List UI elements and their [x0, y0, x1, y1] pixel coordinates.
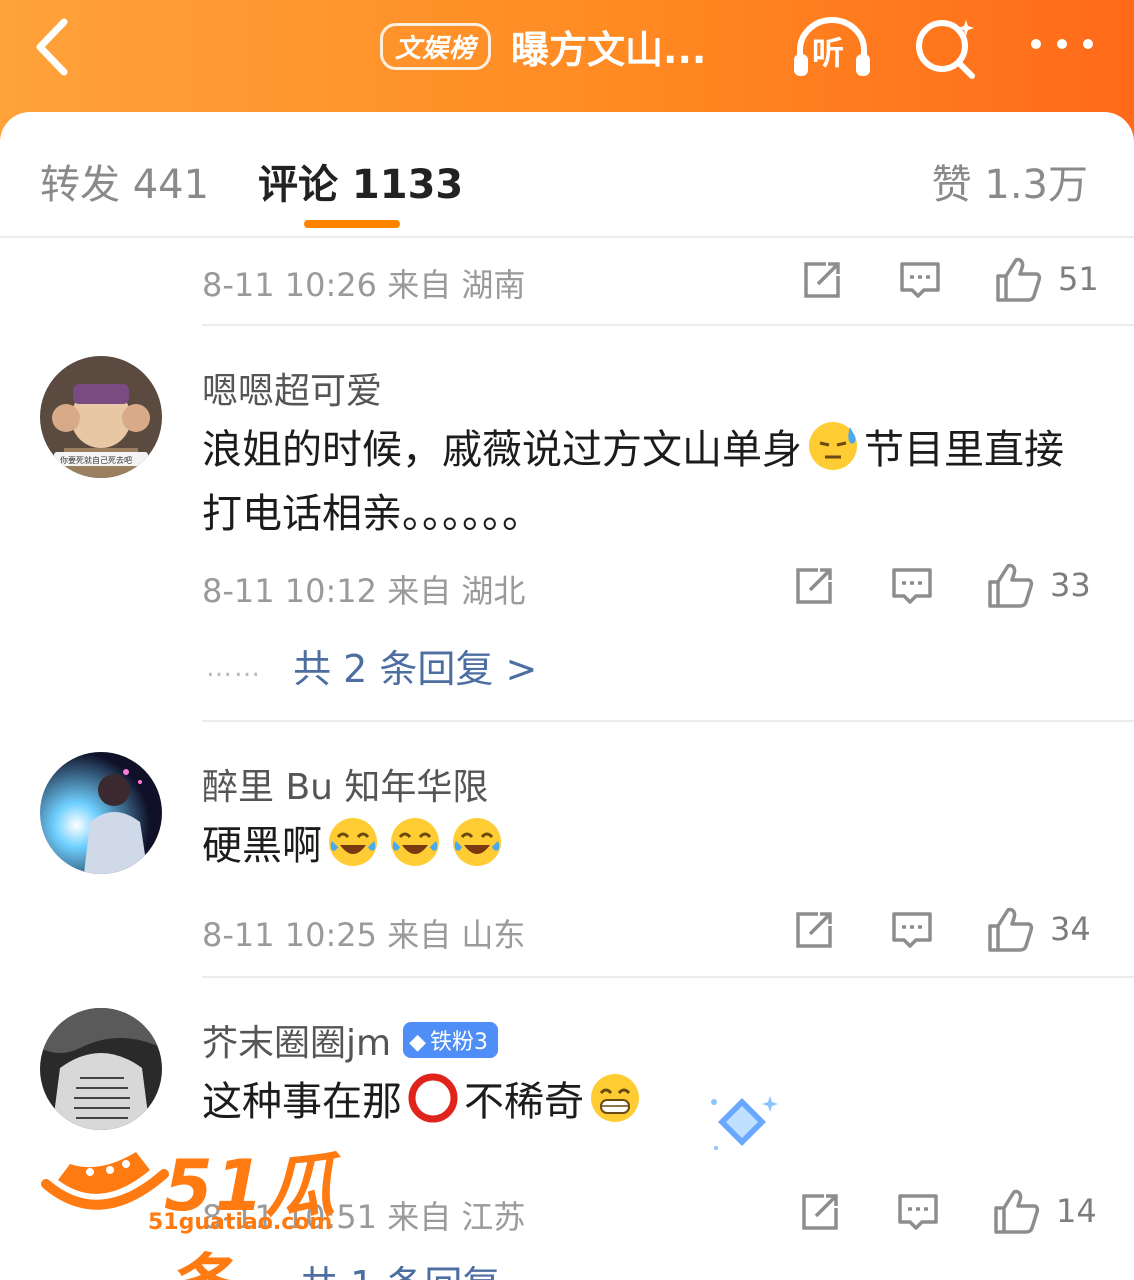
comment-bubble-icon [898, 1194, 938, 1230]
tab-bar: 转发 441 评论 1133 赞 1.3万 [0, 112, 1134, 238]
comment-bubble-icon [892, 912, 932, 948]
laugh-cry-emoji-icon [391, 818, 439, 866]
thumbs-up-icon [988, 563, 1034, 608]
reply-button[interactable] [890, 904, 934, 954]
comment-username-row: 芥末圈圈jm ◆ 铁粉3 [202, 1014, 498, 1066]
share-icon [796, 568, 832, 604]
content-sheet: 转发 441 评论 1133 赞 1.3万 8-11 10:26 来自 湖南 5… [0, 112, 1134, 1280]
board-tag[interactable]: 文娱榜 [380, 22, 492, 70]
avatar-image [40, 752, 162, 874]
divider [202, 720, 1134, 722]
comment-username[interactable]: 芥末圈圈jm [202, 1023, 391, 1064]
more-dots-icon [1031, 39, 1093, 49]
comment-body: 这种事在那 不稀奇 [202, 1070, 1102, 1134]
fan-badge-label: 铁粉3 [430, 1030, 488, 1055]
share-icon [804, 262, 840, 298]
diamond-sticker-icon [711, 1096, 778, 1150]
like-count: 14 [1056, 1192, 1097, 1230]
listen-label: 听 [812, 34, 845, 72]
comment-meta: 8-11 10:12 来自 湖北 [202, 572, 526, 610]
thumbs-up-icon [994, 1189, 1040, 1234]
comment-body: 硬黑啊 [202, 814, 1102, 878]
laugh-cry-emoji-icon [453, 818, 501, 866]
avatar[interactable] [40, 752, 162, 874]
view-replies-link[interactable]: …… 共 2 条回复 > [206, 638, 537, 698]
divider [202, 976, 1134, 978]
tab-like[interactable]: 赞 1.3万 [932, 152, 1088, 210]
page-title: 曝方文山... [511, 27, 707, 72]
comment-text: 这种事在那 [202, 1079, 402, 1125]
back-button[interactable] [30, 14, 90, 80]
search-button[interactable] [910, 14, 982, 80]
like-count: 34 [1050, 910, 1091, 948]
more-options-button[interactable] [1026, 24, 1098, 64]
share-icon [796, 912, 832, 948]
comment-text-continued: 不稀奇 [464, 1079, 584, 1125]
fan-badge[interactable]: ◆ 铁粉3 [403, 1022, 498, 1058]
like-button[interactable] [992, 1186, 1040, 1236]
comment-username[interactable]: 嗯嗯超可爱 [202, 362, 382, 414]
comment-text: 硬黑啊 [202, 823, 322, 869]
avatar[interactable] [40, 1008, 162, 1130]
tab-indicator [304, 220, 400, 228]
like-button[interactable] [994, 254, 1042, 304]
share-icon [802, 1194, 838, 1230]
share-button[interactable] [792, 904, 836, 954]
watermark: 51瓜条 51guatiao.com [40, 1126, 400, 1280]
like-count: 51 [1058, 260, 1099, 298]
share-button[interactable] [792, 560, 836, 610]
comment-meta-row: 8-11 10:25 来自 山东 34 [202, 904, 1102, 954]
avatar[interactable]: 你要死就自己死去吧 [40, 356, 162, 478]
thumbs-up-icon [988, 907, 1034, 952]
red-circle-icon [408, 1073, 458, 1123]
listen-button[interactable]: 听 [790, 14, 874, 80]
laugh-cry-emoji-icon [329, 818, 377, 866]
comment-meta-row: 8-11 10:12 来自 湖北 33 [202, 560, 1102, 610]
avatar-caption: 你要死就自己死去吧 [60, 456, 132, 465]
watermark-brand: 51瓜条 [164, 1145, 338, 1280]
comment-bubble-icon [892, 568, 932, 604]
divider [202, 324, 1134, 326]
comment-username[interactable]: 醉里 Bu 知年华限 [202, 758, 488, 810]
like-button[interactable] [986, 560, 1034, 610]
comment-bubble-icon [900, 262, 940, 298]
comment-meta-row: 8-11 10:26 来自 湖南 51 [202, 254, 1102, 304]
search-icon [916, 20, 975, 79]
sweat-emoji-icon [809, 422, 857, 470]
view-replies-text: 共 2 条回复 > [293, 647, 538, 691]
reply-dots: …… [206, 653, 262, 683]
like-count: 33 [1050, 566, 1091, 604]
reply-button[interactable] [898, 254, 942, 304]
share-button[interactable] [798, 1186, 842, 1236]
tab-comment[interactable]: 评论 1133 [258, 152, 463, 210]
avatar-image [40, 1008, 162, 1130]
reply-button[interactable] [896, 1186, 940, 1236]
header-title-group[interactable]: 文娱榜 曝方文山... [380, 18, 706, 74]
comment-meta: 8-11 10:25 来自 山东 [202, 916, 526, 954]
share-button[interactable] [800, 254, 844, 304]
comment-text: 浪姐的时候，戚薇说过方文山单身 [202, 427, 802, 473]
thumbs-up-icon [996, 257, 1042, 302]
comment-body: 浪姐的时候，戚薇说过方文山单身 节目里直接打电话相亲。。。。。。 [202, 418, 1102, 546]
diamond-icon: ◆ [409, 1030, 426, 1055]
watermark-url: 51guatiao.com [148, 1210, 333, 1235]
comment-meta: 8-11 10:26 来自 湖南 [202, 266, 526, 304]
reply-button[interactable] [890, 560, 934, 610]
like-button[interactable] [986, 904, 1034, 954]
chevron-left-icon [36, 18, 68, 76]
tab-repost[interactable]: 转发 441 [40, 152, 209, 210]
grin-emoji-icon [591, 1074, 639, 1122]
